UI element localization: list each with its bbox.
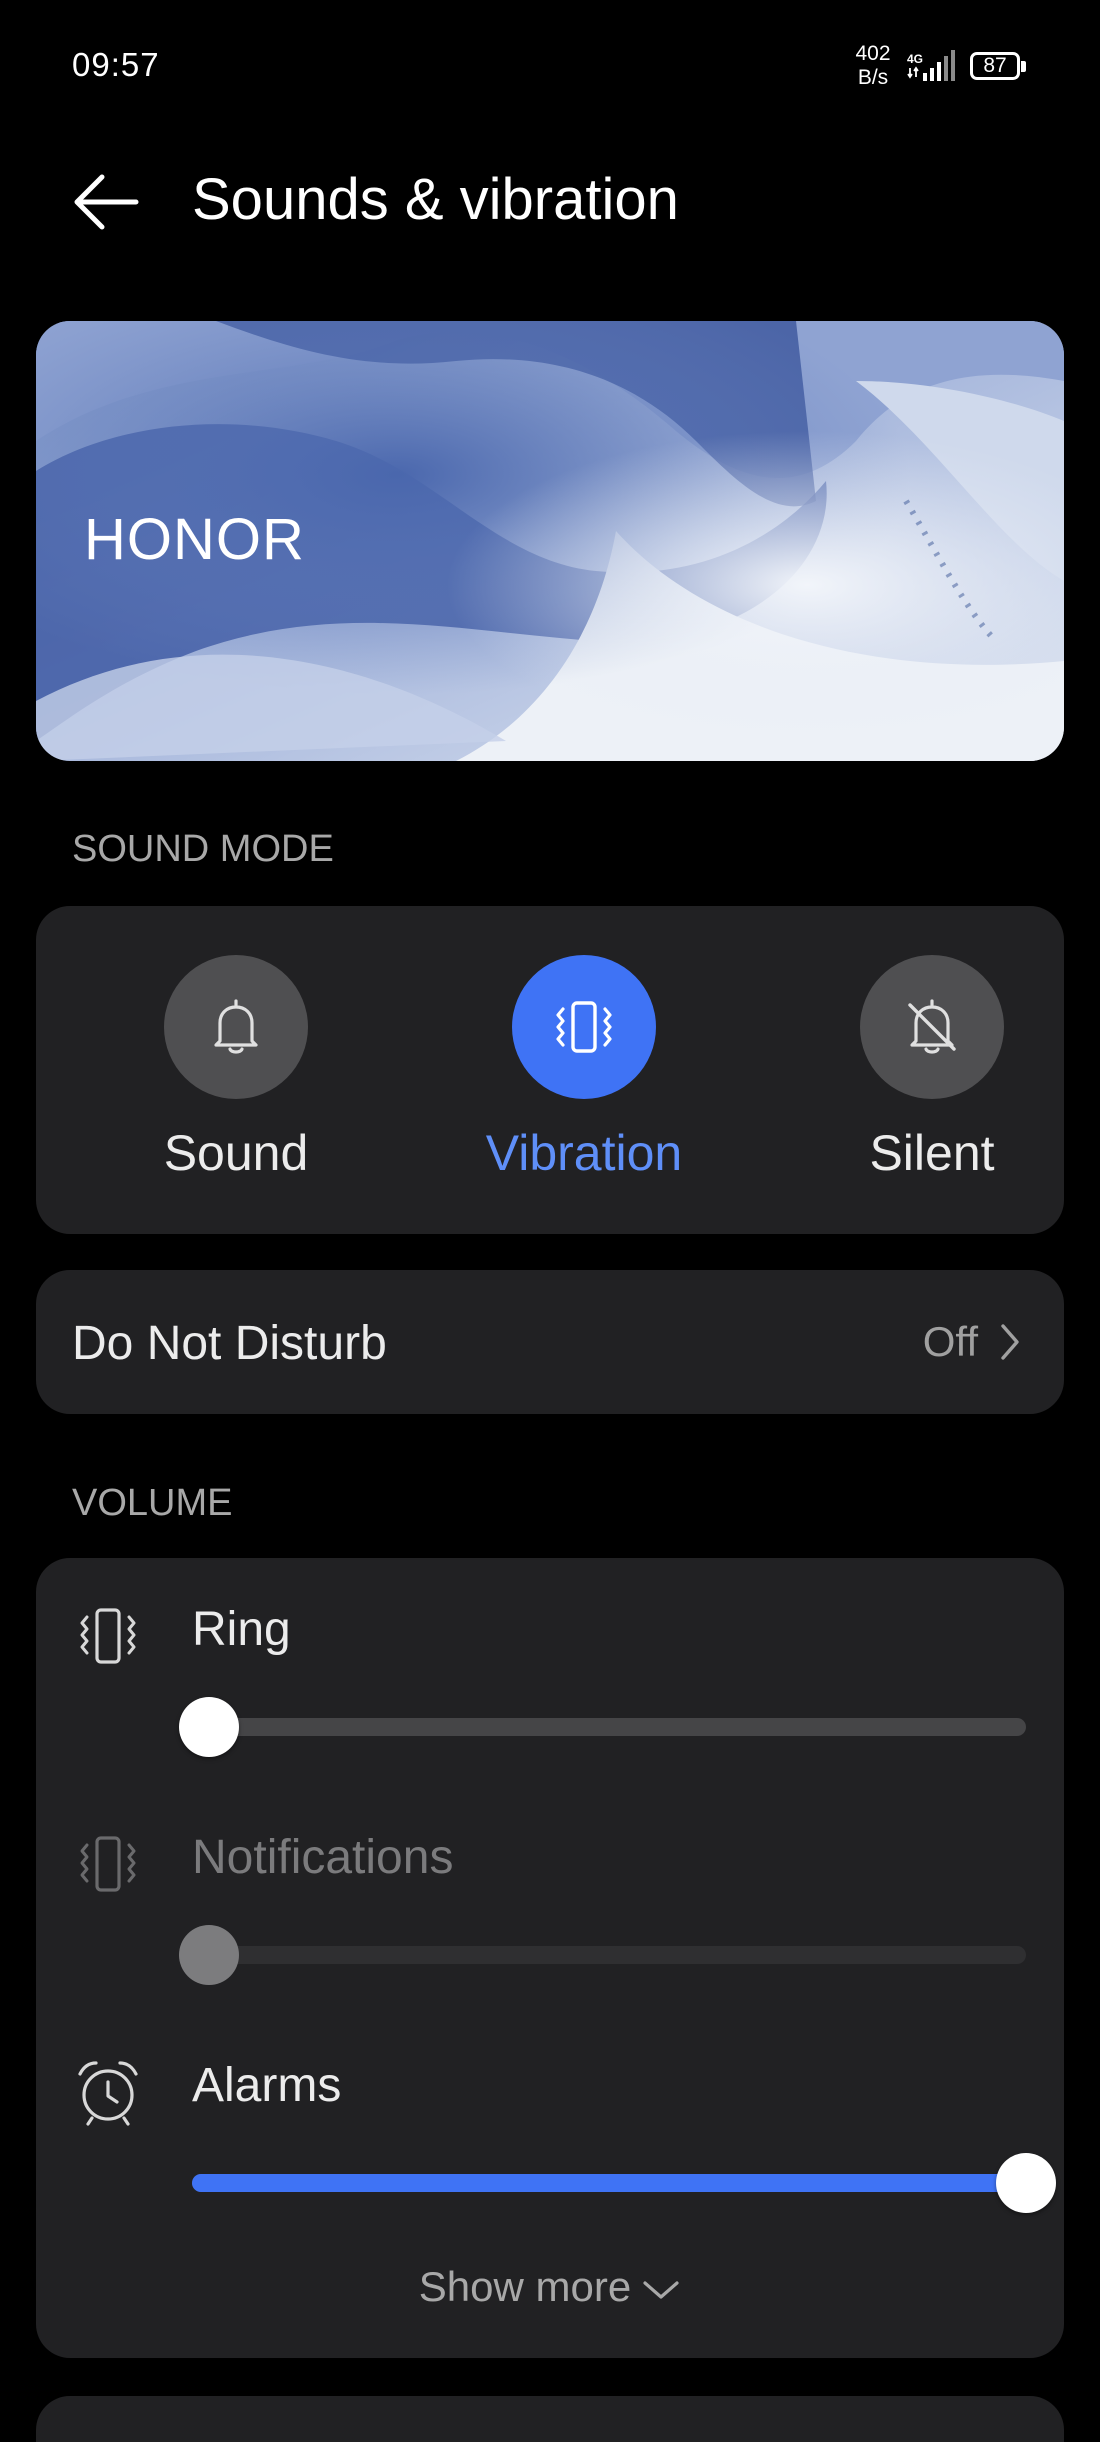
section-label-sound-mode: SOUND MODE [72,828,334,870]
do-not-disturb-status: Off [922,1318,978,1365]
network-type-label: 4G [907,52,923,66]
network-speed-value: 402 [855,42,891,65]
sound-mode-label-vibration: Vibration [485,1125,683,1181]
sound-mode-circle-sound [164,955,308,1099]
ring-volume-label: Ring [192,1603,291,1656]
do-not-disturb-row[interactable]: Do Not Disturb Off [36,1270,1064,1414]
sound-mode-label-sound: Sound [163,1125,309,1181]
back-button[interactable] [68,165,142,239]
network-speed: 402 B/s [848,42,898,90]
ring-volume-slider[interactable] [178,1697,1026,1757]
sounds-vibration-screen: 09:57 402 B/s 4G 87 Sounds & vibration H… [0,0,1100,2442]
ring-vibration-icon[interactable] [72,1600,144,1672]
alarms-volume-slider[interactable] [192,2153,1056,2213]
ring-volume-thumb[interactable] [178,1697,239,1757]
sound-mode-option-sound[interactable]: Sound [106,906,366,1236]
status-time: 09:57 [72,46,160,83]
notifications-volume-thumb [178,1925,239,1985]
next-settings-card [36,2396,1064,2442]
chevron-down-icon [643,2281,679,2299]
do-not-disturb-label: Do Not Disturb [72,1317,387,1370]
battery-level: 87 [970,52,1020,80]
alarm-clock-icon [78,2061,138,2126]
notifications-volume-label: Notifications [192,1831,454,1884]
chevron-right-icon [1001,1324,1019,1360]
status-bar: 09:57 402 B/s 4G 87 [0,0,1100,130]
banner-label: HONOR [84,507,305,572]
page-title: Sounds & vibration [192,167,679,232]
alarms-volume-label: Alarms [192,2059,342,2112]
sound-mode-option-vibration[interactable]: Vibration [454,906,714,1236]
sound-mode-card: Sound Vibration Silent [36,906,1064,1234]
notifications-volume-slider [178,1925,1026,1985]
battery-icon: 87 [970,52,1028,82]
vibration-icon [556,1001,612,1053]
show-more-button[interactable]: Show more [0,2263,1100,2311]
section-label-volume: VOLUME [72,1482,233,1524]
sound-mode-circle-silent [860,955,1004,1099]
alarms-volume-thumb[interactable] [996,2153,1056,2213]
alarms-volume-fill [192,2174,1026,2192]
bell-icon [214,999,258,1054]
theme-banner[interactable]: HONOR [36,321,1064,761]
bell-off-icon [908,999,956,1054]
volume-card: Ring Notifications Alarms [36,1558,1064,2358]
sound-mode-circle-vibration [512,955,656,1099]
sound-mode-option-silent[interactable]: Silent [802,906,1062,1236]
sound-mode-label-silent: Silent [869,1125,995,1181]
show-more-label: Show more [418,2263,632,2310]
signal-icon: 4G [906,50,958,84]
notifications-vibration-icon [80,1836,136,1892]
back-arrow-icon [74,174,139,230]
network-speed-unit: B/s [857,66,889,89]
